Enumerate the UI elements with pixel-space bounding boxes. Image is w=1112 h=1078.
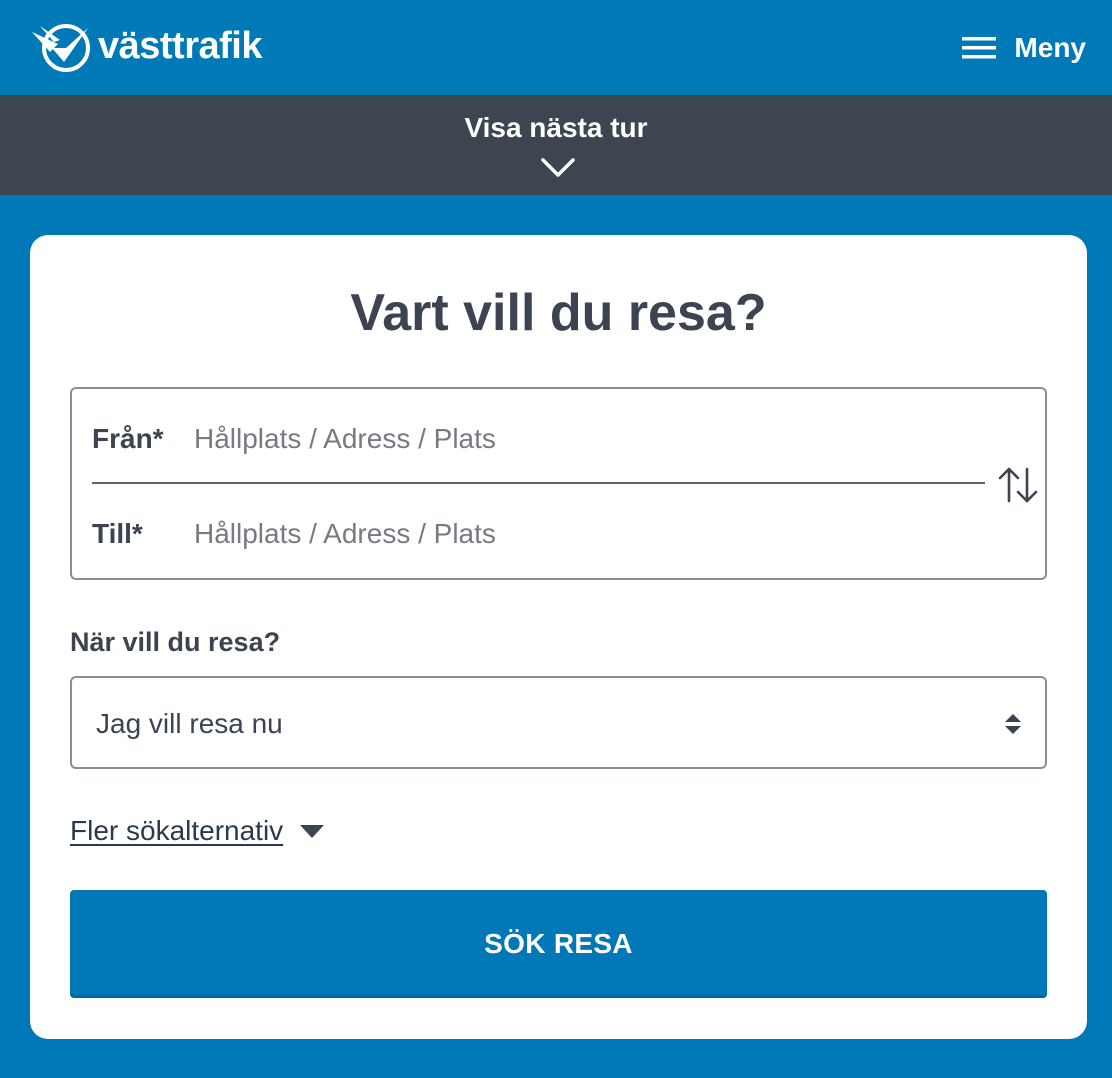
select-arrows-icon [1005,714,1021,734]
hamburger-icon [962,37,997,59]
when-label: När vill du resa? [70,627,281,657]
menu-button[interactable]: Meny [962,28,1086,68]
logo-text: västtrafik [98,25,262,67]
search-trip-button[interactable]: SÖK RESA [70,890,1047,998]
when-select[interactable]: Jag vill resa nu [70,676,1047,769]
page-title: Vart vill du resa? [350,284,767,342]
menu-label: Meny [1014,32,1086,63]
trip-search-card: Vart vill du resa? Från* Till* När vill … [30,235,1087,1039]
vasttrafik-bird-logo-icon [32,24,90,72]
from-field[interactable]: Från* [92,411,987,467]
from-label: Från* [92,423,164,454]
logo[interactable]: västtrafik [30,18,262,74]
when-selected-value: Jag vill resa nu [96,708,283,739]
swap-arrows-icon[interactable] [997,465,1039,505]
top-header: västtrafik Meny [0,0,1112,95]
more-search-options[interactable]: Fler sökalternativ [70,815,325,847]
caret-down-icon [300,825,325,838]
more-options-link[interactable]: Fler sökalternativ [70,815,283,847]
to-label: Till* [92,518,143,549]
to-field[interactable]: Till* [92,506,987,562]
route-divider [92,482,985,484]
chevron-down-icon [541,158,575,177]
show-next-trip-bar[interactable]: Visa nästa tur [0,95,1112,195]
search-trip-label: SÖK RESA [484,928,633,959]
from-input[interactable] [194,423,894,455]
to-input[interactable] [194,518,894,550]
show-next-trip-label: Visa nästa tur [464,112,648,143]
route-fields: Från* Till* [70,387,1047,580]
